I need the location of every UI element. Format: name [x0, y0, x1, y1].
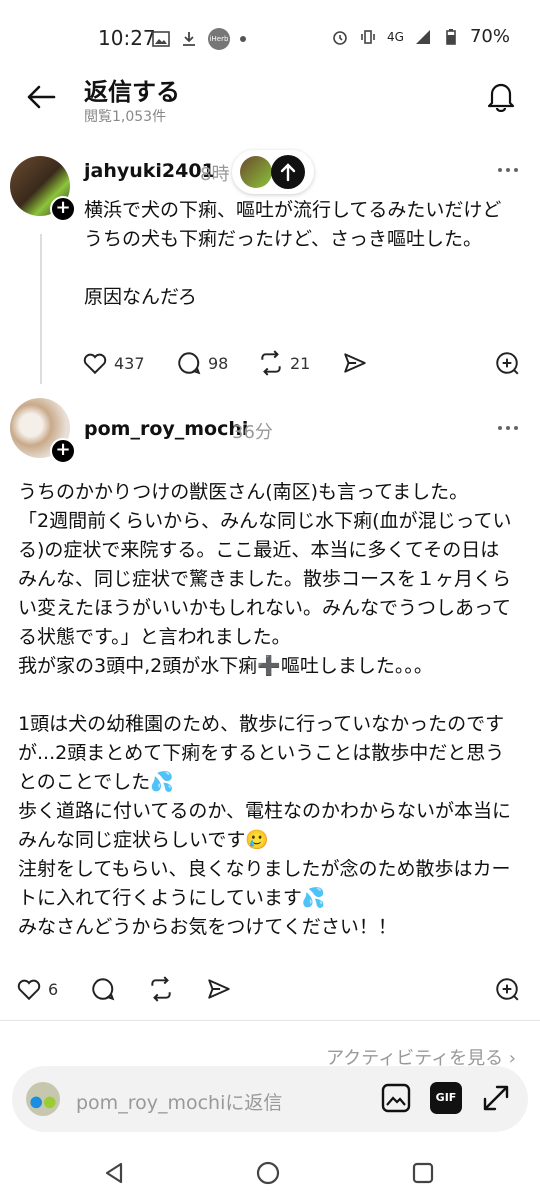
- status-bar: 10:27 iHerb 4G 70%: [0, 0, 540, 78]
- like-button[interactable]: 437: [82, 350, 145, 376]
- repost-button[interactable]: 21: [258, 350, 310, 376]
- network-type: 4G: [387, 29, 404, 44]
- thread-line: [40, 234, 42, 384]
- alarm-icon: [333, 30, 347, 45]
- like-count: 437: [114, 353, 145, 373]
- bell-icon[interactable]: [486, 80, 516, 112]
- username[interactable]: jahyuki2401: [84, 160, 215, 182]
- more-options-icon[interactable]: [496, 160, 520, 180]
- nav-home-icon[interactable]: [256, 1161, 280, 1185]
- repost-count: 21: [290, 353, 311, 373]
- follow-plus-icon[interactable]: +: [50, 196, 76, 222]
- comment-count: 98: [208, 353, 229, 373]
- arrow-up-icon[interactable]: [270, 154, 306, 190]
- image-icon: [152, 31, 170, 47]
- view-count: 閲覧1,053件: [84, 109, 167, 125]
- system-nav-bar: [0, 1140, 540, 1200]
- signal-icon: [415, 29, 430, 44]
- mini-avatar: [240, 156, 272, 188]
- expand-icon[interactable]: [480, 1082, 512, 1114]
- iherb-app-icon: iHerb: [208, 28, 230, 50]
- heart-icon: [83, 353, 107, 375]
- comment-button[interactable]: 98: [176, 350, 228, 376]
- my-avatar: [26, 1082, 60, 1116]
- comment-icon: [178, 352, 201, 375]
- share-icon[interactable]: [342, 350, 368, 376]
- repost-icon[interactable]: [148, 976, 174, 1002]
- image-attach-icon[interactable]: [380, 1082, 412, 1114]
- post-text: 横浜で犬の下痢、嘔吐が流行してるみたいだけど うちの犬も下痢だったけど、さっき嘔…: [84, 199, 502, 308]
- like-count: 6: [48, 979, 59, 999]
- divider: [0, 1020, 540, 1021]
- share-icon[interactable]: [206, 976, 232, 1002]
- nav-recents-icon[interactable]: [412, 1162, 434, 1184]
- reply-text: うちのかかりつけの獣医さん(南区)も言ってました。 「2週間前くらいから、みんな…: [18, 481, 512, 938]
- comment-icon[interactable]: [90, 976, 116, 1002]
- heart-icon: [17, 979, 41, 1001]
- dot-icon: [240, 36, 246, 42]
- like-button[interactable]: 6: [16, 976, 58, 1002]
- post-time: 8時: [200, 164, 230, 185]
- gif-button[interactable]: GIF: [430, 1082, 462, 1114]
- status-time: 10:27: [98, 26, 156, 50]
- quote-add-icon[interactable]: [494, 976, 520, 1002]
- username[interactable]: pom_roy_mochi: [84, 418, 248, 440]
- nav-back-icon[interactable]: [104, 1162, 124, 1184]
- download-icon: [183, 32, 195, 46]
- page-title: 返信する: [84, 78, 180, 106]
- reply-input[interactable]: pom_roy_mochiに返信: [76, 1088, 282, 1115]
- vibrate-icon: [361, 29, 375, 44]
- back-arrow-icon[interactable]: [26, 84, 56, 110]
- post-time: 36分: [232, 422, 273, 443]
- repost-icon: [261, 350, 281, 376]
- follow-plus-icon[interactable]: +: [50, 438, 76, 464]
- more-options-icon[interactable]: [496, 418, 520, 438]
- quote-add-icon[interactable]: [494, 350, 520, 376]
- battery-icon: [446, 28, 456, 45]
- battery-percent: 70%: [469, 26, 510, 47]
- scroll-up-chip[interactable]: [232, 150, 314, 194]
